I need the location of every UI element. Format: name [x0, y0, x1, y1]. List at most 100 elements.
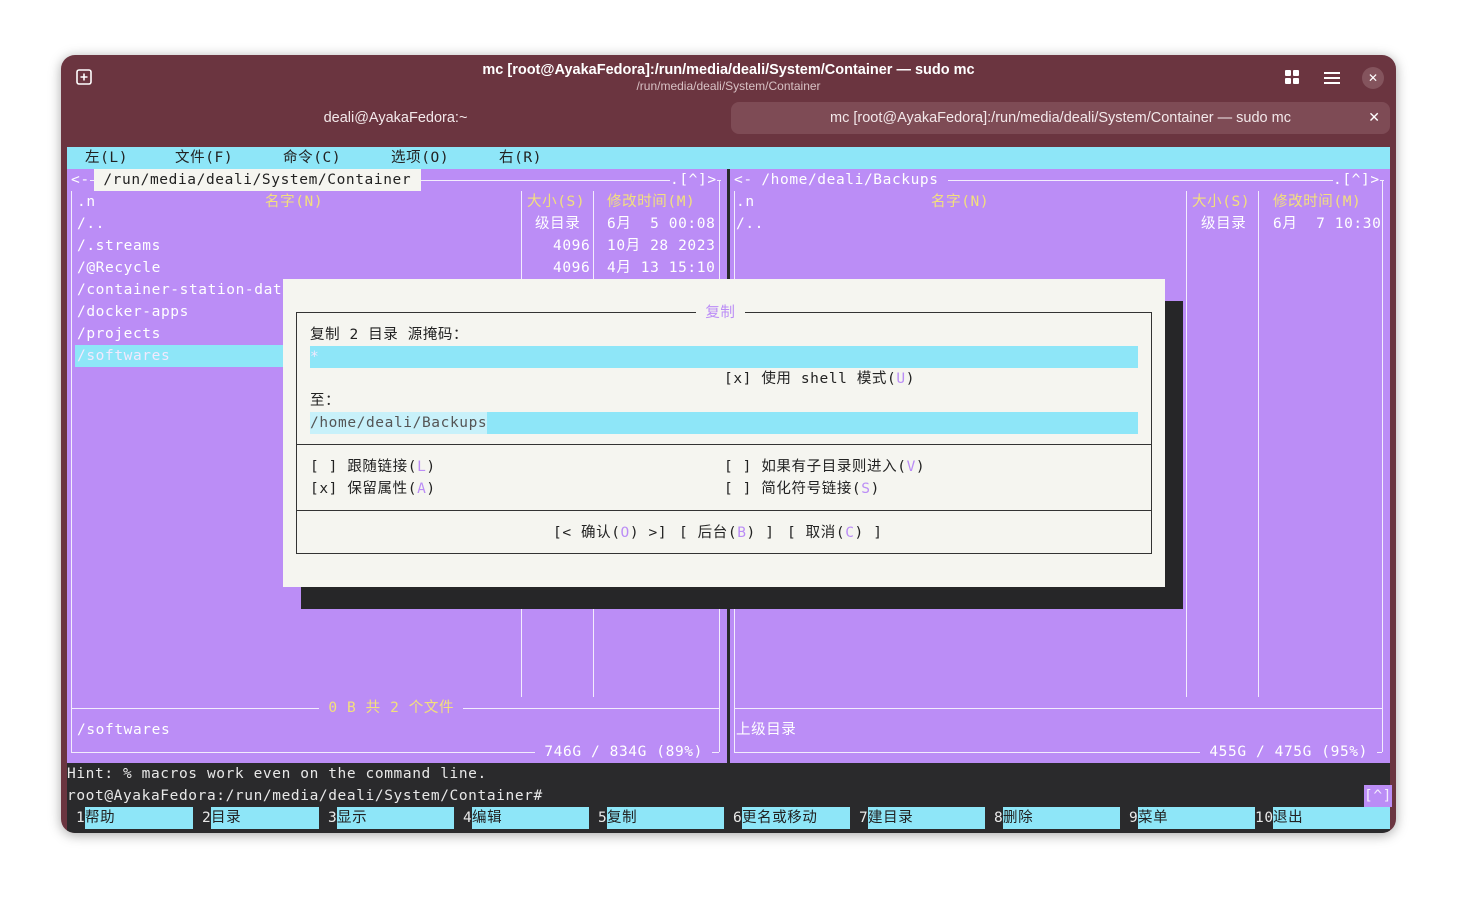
list-item[interactable]: /..	[77, 213, 105, 235]
hint-line: Hint: % macros work even on the command …	[67, 766, 487, 782]
background-button[interactable]: [ 后台(B) ]	[679, 522, 775, 544]
ok-button[interactable]: [< 确认(O) >]	[553, 522, 667, 544]
cancel-button[interactable]: [ 取消(C) ]	[787, 522, 883, 544]
prompt-badge[interactable]: [^]	[1364, 785, 1392, 807]
list-item-selected[interactable]: /softwares	[77, 345, 170, 367]
source-mask-value: *	[310, 349, 320, 365]
left-corner-right[interactable]: .[^]>	[670, 169, 717, 191]
fkey-move[interactable]: 更名或移动	[742, 807, 850, 829]
close-icon[interactable]: ✕	[1362, 67, 1384, 89]
fkey-quit[interactable]: 退出	[1273, 807, 1390, 829]
left-size-header[interactable]: 大小(S)	[527, 191, 585, 213]
menu-command[interactable]: 命令(C)	[283, 147, 341, 169]
left-sort-header[interactable]: .n	[77, 191, 96, 213]
dive-subdir-checkbox[interactable]: [ ] 如果有子目录则进入(V)	[724, 456, 925, 478]
right-corner-right[interactable]: .[^]>	[1333, 169, 1380, 191]
right-sort-header[interactable]: .n	[736, 191, 755, 213]
ok-button-suffix: ) >]	[629, 525, 668, 541]
shell-mode-hotkey: U	[896, 371, 906, 387]
right-size-header[interactable]: 大小(S)	[1192, 191, 1250, 213]
cancel-button-label: [ 取消(	[787, 525, 846, 541]
cancel-button-suffix: ) ]	[854, 525, 883, 541]
fkey-3-num: 3	[328, 810, 338, 826]
fkey-9-num: 9	[1129, 810, 1139, 826]
left-path: /run/media/deali/System/Container	[94, 169, 421, 191]
left-mtime-header[interactable]: 修改时间(M)	[607, 191, 695, 213]
list-item-size: 级目录	[1201, 216, 1247, 232]
left-name-header[interactable]: 名字(N)	[265, 191, 323, 213]
left-summary: 0 B 共 2 个文件	[319, 697, 464, 719]
right-mtime-header[interactable]: 修改时间(M)	[1273, 191, 1361, 213]
fkey-copy[interactable]: 复制	[607, 807, 724, 829]
fkey-label: 显示	[337, 810, 368, 826]
stable-symlinks-checkbox[interactable]: [ ] 简化符号链接(S)	[724, 478, 880, 500]
fkey-mkdir[interactable]: 建目录	[868, 807, 985, 829]
terminal[interactable]: 左(L) 文件(F) 命令(C) 选项(O) 右(R) <- /run/medi…	[67, 147, 1392, 833]
command-prompt[interactable]: root@AyakaFedora:/run/media/deali/System…	[67, 785, 543, 807]
background-button-suffix: ) ]	[746, 525, 775, 541]
list-item-mtime: 10月 28 2023	[607, 238, 716, 254]
list-item[interactable]: /docker-apps	[77, 301, 189, 323]
window-subtitle: /run/media/deali/System/Container	[636, 79, 821, 93]
fkey-1-num: 1	[76, 810, 86, 826]
dest-input[interactable]: /home/deali/Backups	[310, 412, 1138, 434]
hamburger-icon[interactable]	[1324, 70, 1340, 84]
menu-left[interactable]: 左(L)	[85, 147, 128, 169]
shell-mode-checkbox[interactable]: [x] 使用 shell 模式(U)	[724, 368, 915, 390]
shell-mode-label: [x] 使用 shell 模式(	[724, 371, 897, 387]
preserve-attr-label: [x] 保留属性(	[310, 481, 418, 497]
fkey-6-num: 6	[733, 810, 743, 826]
list-item[interactable]: /..	[736, 213, 764, 235]
background-hotkey: B	[737, 525, 747, 541]
fkey-help[interactable]: 帮助	[85, 807, 193, 829]
list-item-mtime: 6月 5 00:08	[607, 216, 716, 232]
preserve-attr-checkbox[interactable]: [x] 保留属性(A)	[310, 478, 436, 500]
fkey-tree[interactable]: 目录	[211, 807, 319, 829]
fkey-5-num: 5	[598, 810, 608, 826]
window-title: mc [root@AyakaFedora]:/run/media/deali/S…	[482, 62, 975, 78]
menu-options[interactable]: 选项(O)	[391, 147, 449, 169]
menu-right[interactable]: 右(R)	[499, 147, 542, 169]
list-item-mtime: 4月 13 15:10	[607, 260, 716, 276]
terminal-window: mc [root@AyakaFedora]:/run/media/deali/S…	[61, 55, 1396, 833]
fkey-label: 复制	[607, 810, 638, 826]
fkey-edit[interactable]: 编辑	[472, 807, 589, 829]
list-item[interactable]: /container-station-data	[77, 279, 292, 301]
preserve-attr-hotkey: A	[417, 481, 427, 497]
fkey-label: 删除	[1003, 810, 1034, 826]
tab-home[interactable]: deali@AyakaFedora:~	[61, 102, 730, 134]
right-corner: <-	[734, 169, 753, 191]
tab-close-icon[interactable]: ✕	[1368, 102, 1380, 134]
fkey-view[interactable]: 显示	[337, 807, 454, 829]
fkey-4-num: 4	[463, 810, 473, 826]
source-mask-input[interactable]: *	[310, 346, 1138, 368]
follow-links-label: [ ] 跟随链接(	[310, 459, 418, 475]
right-status: 上级目录	[736, 722, 797, 738]
tab-mc-label: mc [root@AyakaFedora]:/run/media/deali/S…	[830, 110, 1291, 126]
dest-label: 至：	[310, 393, 341, 409]
list-item[interactable]: /projects	[77, 323, 161, 345]
tab-mc[interactable]: mc [root@AyakaFedora]:/run/media/deali/S…	[731, 102, 1390, 134]
menu-file[interactable]: 文件(F)	[175, 147, 233, 169]
right-name-header[interactable]: 名字(N)	[931, 191, 989, 213]
right-disk-usage: 455G / 475G (95%)	[1200, 741, 1378, 763]
fkey-label: 目录	[211, 810, 242, 826]
fkey-delete[interactable]: 删除	[1003, 807, 1120, 829]
list-item[interactable]: /.streams	[77, 235, 161, 257]
right-path: /home/deali/Backups	[752, 169, 948, 191]
fkey-2-num: 2	[202, 810, 212, 826]
grid-icon[interactable]	[1284, 69, 1300, 85]
fkey-menu[interactable]: 菜单	[1138, 807, 1255, 829]
list-item-size: 级目录	[535, 216, 581, 232]
fkey-label: 帮助	[85, 810, 116, 826]
follow-links-checkbox[interactable]: [ ] 跟随链接(L)	[310, 456, 436, 478]
list-item-size: 4096	[553, 260, 591, 276]
copy-dialog[interactable]: 复制 复制 2 目录 源掩码： * [x] 使用 shell 模式(U) 至： …	[283, 279, 1165, 587]
dest-value: /home/deali/Backups	[310, 412, 488, 434]
left-disk-usage: 746G / 834G (89%)	[535, 741, 713, 763]
follow-links-hotkey: L	[417, 459, 427, 475]
dive-subdir-suffix: )	[915, 459, 926, 475]
list-item[interactable]: /@Recycle	[77, 257, 161, 279]
list-item-mtime: 6月 7 10:30	[1273, 216, 1382, 232]
ok-hotkey: O	[620, 525, 630, 541]
